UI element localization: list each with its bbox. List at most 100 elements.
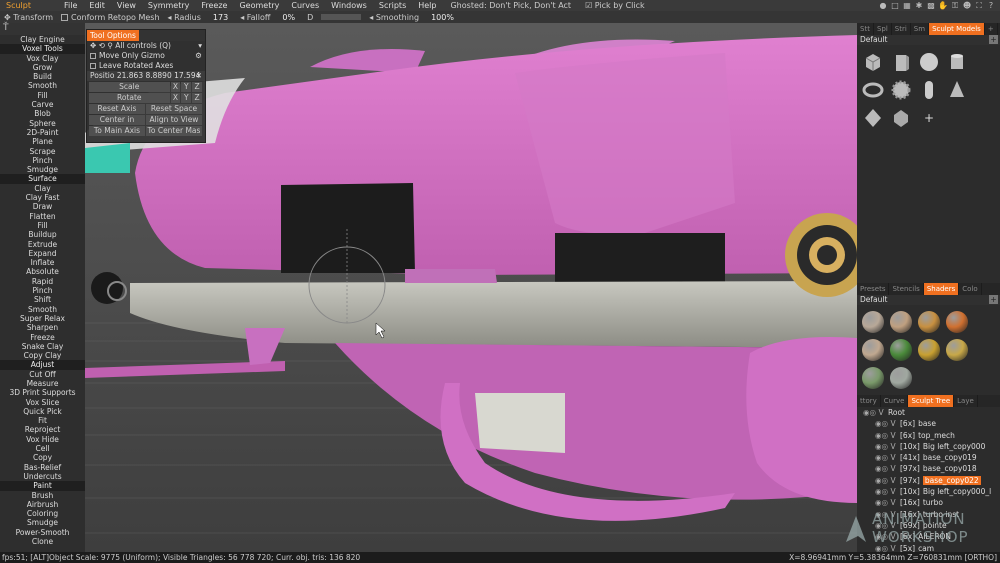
visibility-eye-icon[interactable]: ◉◎ V xyxy=(875,442,898,451)
rotate-x-button[interactable]: X xyxy=(170,93,181,103)
tree-node[interactable]: ◉◎ V [6x] top_mech xyxy=(859,430,1000,441)
tool-scrape[interactable]: Scrape xyxy=(0,147,85,156)
tool-cut-off[interactable]: Cut Off xyxy=(0,370,85,379)
shader-swatch[interactable] xyxy=(944,309,970,335)
tool-section-adjust[interactable]: Adjust xyxy=(0,360,85,370)
menu-file[interactable]: File xyxy=(58,1,83,10)
model-gear[interactable] xyxy=(888,77,914,103)
visibility-eye-icon[interactable]: ◉◎ V xyxy=(875,498,898,507)
tree-node[interactable]: ◉◎ V [41x] base_copy019 xyxy=(859,452,1000,463)
menu-freeze[interactable]: Freeze xyxy=(195,1,233,10)
tool-absolute[interactable]: Absolute xyxy=(0,267,85,276)
shader-swatch[interactable] xyxy=(888,337,914,363)
tool-vox-slice[interactable]: Vox Slice xyxy=(0,398,85,407)
lock-icon[interactable]: ⚿ xyxy=(950,1,960,10)
tab-presets[interactable]: Presets xyxy=(857,283,890,295)
tool-shift[interactable]: Shift xyxy=(0,295,85,304)
tool-options-tab[interactable]: Tool Options xyxy=(87,30,139,41)
add-model-folder-icon[interactable]: + xyxy=(989,35,998,44)
leave-rotated-option[interactable]: Leave Rotated Axes xyxy=(87,61,205,71)
tool-clay-fast[interactable]: Clay Fast xyxy=(0,193,85,202)
tool-flatten[interactable]: Flatten xyxy=(0,212,85,221)
tool-cell[interactable]: Cell xyxy=(0,444,85,453)
reset-axis-button[interactable]: Reset Axis xyxy=(89,104,145,114)
tool-brush[interactable]: Brush xyxy=(0,491,85,500)
leave-rotated-check[interactable] xyxy=(90,63,96,69)
model-capsule[interactable] xyxy=(916,77,942,103)
tree-node[interactable]: ◉◎ V [10x] Big left_copy000 xyxy=(859,441,1000,452)
tool-pinch[interactable]: Pinch xyxy=(0,286,85,295)
tool-clone[interactable]: Clone xyxy=(0,537,85,546)
model-cube[interactable] xyxy=(860,49,886,75)
visibility-eye-icon[interactable]: ◉◎ V xyxy=(875,419,898,428)
menu-edit[interactable]: Edit xyxy=(83,1,111,10)
tool-2d-paint[interactable]: 2D-Paint xyxy=(0,128,85,137)
conform-check-box[interactable] xyxy=(61,13,69,21)
model-cylinder[interactable] xyxy=(944,49,970,75)
rotate-y-button[interactable]: Y xyxy=(181,93,192,103)
scale-x-button[interactable]: X xyxy=(170,82,181,92)
tab-sculpt-models[interactable]: Sculpt Models xyxy=(929,23,985,35)
square-icon[interactable]: □ xyxy=(890,1,900,10)
tool-vox-clay[interactable]: Vox Clay xyxy=(0,54,85,63)
depth-slider[interactable] xyxy=(321,14,362,20)
tool-expand[interactable]: Expand xyxy=(0,249,85,258)
tool-vox-hide[interactable]: Vox Hide xyxy=(0,435,85,444)
transform-button[interactable]: ✥ Transform xyxy=(0,13,57,22)
menu-geometry[interactable]: Geometry xyxy=(233,1,285,10)
visibility-eye-icon[interactable]: ◉◎ V xyxy=(875,431,898,440)
shader-swatch[interactable] xyxy=(944,337,970,363)
mode-selector[interactable]: Sculpt xyxy=(0,1,58,10)
dropdown-arrow-icon[interactable]: ▾ xyxy=(198,41,202,51)
tool-reproject[interactable]: Reproject xyxy=(0,425,85,434)
hand-icon[interactable]: ✋ xyxy=(938,1,948,10)
scale-z-button[interactable]: Z xyxy=(192,82,203,92)
tool-section-surface[interactable]: Surface xyxy=(0,174,85,184)
menu-windows[interactable]: Windows xyxy=(325,1,373,10)
help-icon[interactable]: ? xyxy=(986,1,996,10)
scale-button[interactable]: Scale xyxy=(89,82,170,92)
tool-measure[interactable]: Measure xyxy=(0,379,85,388)
visibility-eye-icon[interactable]: ◉◎ V xyxy=(875,476,898,485)
tool-draw[interactable]: Draw xyxy=(0,202,85,211)
tool-clay[interactable]: Clay xyxy=(0,184,85,193)
tool-quick-pick[interactable]: Quick Pick xyxy=(0,407,85,416)
tool-smooth[interactable]: Smooth xyxy=(0,81,85,90)
tab-laye[interactable]: Laye xyxy=(954,395,978,407)
shader-swatch[interactable] xyxy=(916,309,942,335)
tool-snake-clay[interactable]: Snake Clay xyxy=(0,342,85,351)
tree-node[interactable]: ◉◎ V [97x] base_copy022 xyxy=(859,475,1000,486)
circle-icon[interactable]: ● xyxy=(878,1,888,10)
model-torus[interactable] xyxy=(860,77,886,103)
smoothing-control[interactable]: ◂ Smoothing xyxy=(365,13,423,22)
move-only-gizmo-check[interactable] xyxy=(90,53,96,59)
tool-bas-relief[interactable]: Bas-Relief xyxy=(0,463,85,472)
shader-swatch[interactable] xyxy=(860,309,886,335)
add-shader-icon[interactable]: + xyxy=(989,295,998,304)
to-center-mass-button[interactable]: To Center Mas xyxy=(146,126,202,136)
model-octahedron[interactable] xyxy=(860,105,886,131)
falloff-control[interactable]: ◂ Falloff xyxy=(236,13,274,22)
tool-copy[interactable]: Copy xyxy=(0,453,85,462)
shader-swatch[interactable] xyxy=(888,365,914,391)
tab-spl[interactable]: Spl xyxy=(874,23,892,35)
scale-y-button[interactable]: Y xyxy=(181,82,192,92)
menu-help[interactable]: Help xyxy=(412,1,442,10)
tool-section-voxel-tools[interactable]: Voxel Tools xyxy=(0,44,85,54)
tool-sphere[interactable]: Sphere xyxy=(0,119,85,128)
tool-super-relax[interactable]: Super Relax xyxy=(0,314,85,323)
tool-copy-clay[interactable]: Copy Clay xyxy=(0,351,85,360)
radius-control[interactable]: ◂ Radius xyxy=(164,13,205,22)
tab-stri[interactable]: Stri xyxy=(892,23,911,35)
tree-node[interactable]: ◉◎ V [6x] base xyxy=(859,418,1000,429)
menu-scripts[interactable]: Scripts xyxy=(373,1,412,10)
tree-node[interactable]: ◉◎ V Root xyxy=(859,407,1000,418)
radius-value[interactable]: 173 xyxy=(205,13,236,22)
tool-section-paint[interactable]: Paint xyxy=(0,481,85,491)
model-sphere[interactable] xyxy=(916,49,942,75)
tab-[interactable]: + xyxy=(985,23,998,35)
move-only-gizmo-option[interactable]: Move Only Gizmo ⚙ xyxy=(87,51,205,61)
tab-sculpt-tree[interactable]: Sculpt Tree xyxy=(908,395,955,407)
shader-swatch[interactable] xyxy=(860,365,886,391)
visibility-eye-icon[interactable]: ◉◎ V xyxy=(875,464,898,473)
